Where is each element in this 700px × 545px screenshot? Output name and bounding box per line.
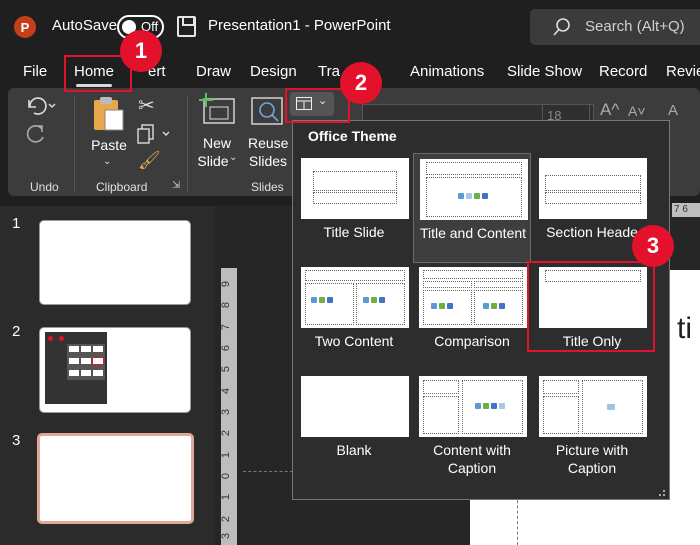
search-box[interactable]: Search (Alt+Q): [530, 9, 700, 45]
layout-label: Blank: [336, 442, 372, 458]
layout-label: Content with: [433, 442, 511, 458]
thumbnail-screenshot: [45, 332, 107, 404]
resize-grip-icon[interactable]: [659, 490, 665, 496]
layout-label: Comparison: [434, 333, 510, 349]
copy-icon[interactable]: [137, 124, 173, 144]
reuse-slides-label-2[interactable]: Slides: [248, 152, 288, 170]
tab-design[interactable]: Design: [250, 63, 297, 80]
layout-title-and-content[interactable]: Title and Content: [413, 153, 531, 263]
slide-thumbnail-2[interactable]: [39, 327, 191, 413]
tab-record[interactable]: Record: [599, 63, 647, 80]
layout-blank[interactable]: Blank: [295, 371, 413, 481]
layout-thumbnail: [301, 376, 409, 437]
decrease-font-size-icon[interactable]: A˅: [628, 103, 646, 119]
layout-thumbnail: [420, 159, 528, 220]
reuse-slides-icon[interactable]: [250, 96, 286, 128]
vertical-ruler: 9 8 7 6 5 4 3 2 1 0 1 2 3: [220, 268, 237, 545]
document-title: Presentation1 - PowerPoint: [208, 17, 391, 34]
slides-group-label: Slides: [251, 180, 284, 194]
reuse-slides-label[interactable]: Reuse: [248, 134, 288, 152]
layout-title-slide[interactable]: Title Slide: [295, 153, 413, 263]
redo-icon[interactable]: [25, 123, 47, 145]
placeholder-border: [517, 495, 518, 545]
clipboard-group-label: Clipboard: [96, 180, 148, 194]
callout-step-1: 1: [120, 30, 162, 72]
layout-label: Title Slide: [323, 224, 385, 240]
powerpoint-logo-icon: P: [14, 16, 36, 38]
new-slide-chevron-icon[interactable]: ⌄: [229, 152, 237, 163]
layout-comparison[interactable]: Comparison: [413, 262, 531, 372]
highlight-title-only: [527, 261, 655, 352]
undo-icon[interactable]: [25, 96, 57, 116]
slide-number: 3: [12, 432, 21, 449]
slide-thumbnail-1[interactable]: [39, 220, 191, 305]
paste-chevron-icon[interactable]: ⌄: [103, 156, 111, 167]
slide-thumbnail-3-selected[interactable]: [37, 433, 194, 524]
paste-icon[interactable]: [92, 95, 126, 133]
layout-label: Title and Content: [419, 225, 527, 241]
layout-label: Picture with: [555, 442, 629, 458]
tab-file[interactable]: File: [23, 63, 47, 80]
layout-picture-with-caption[interactable]: Picture with Caption: [533, 371, 651, 481]
layout-content-with-caption[interactable]: Content with Caption: [413, 371, 531, 481]
format-painter-icon[interactable]: 🖌: [138, 150, 161, 171]
layout-thumbnail: [301, 267, 409, 328]
tab-draw[interactable]: Draw: [196, 63, 231, 80]
separator: [187, 95, 188, 193]
callout-step-2: 2: [340, 62, 382, 104]
autosave-label: AutoSave: [52, 17, 118, 34]
highlight-layout-button: [285, 88, 350, 123]
tab-slide-show[interactable]: Slide Show: [507, 63, 582, 80]
slide-number: 2: [12, 323, 21, 340]
new-slide-icon[interactable]: [198, 93, 236, 127]
increase-font-size-icon[interactable]: A^: [600, 100, 619, 120]
cut-icon[interactable]: ✂: [138, 93, 155, 118]
layout-thumbnail: [419, 267, 527, 328]
new-slide-label-2[interactable]: Slide: [196, 152, 230, 170]
title-bar: P AutoSave Off Presentation1 - PowerPoin…: [0, 0, 700, 56]
new-slide-label[interactable]: New: [198, 134, 236, 152]
layout-thumbnail: [539, 158, 647, 219]
search-placeholder: Search (Alt+Q): [585, 18, 685, 35]
dropdown-title: Office Theme: [308, 128, 397, 144]
horizontal-ruler: 7 6: [672, 203, 700, 217]
layout-label: Two Content: [314, 333, 394, 349]
slide-number: 1: [12, 215, 21, 232]
tab-transitions[interactable]: Tra: [318, 63, 340, 80]
separator: [74, 95, 75, 193]
layout-thumbnail: [539, 376, 647, 437]
layout-thumbnail: [419, 376, 527, 437]
callout-step-3: 3: [632, 225, 674, 267]
undo-group-label: Undo: [30, 180, 59, 194]
dialog-launcher-icon[interactable]: ⇲: [172, 180, 180, 191]
layout-thumbnail: [301, 158, 409, 219]
tab-review[interactable]: Revie: [666, 63, 700, 80]
save-icon[interactable]: [177, 16, 196, 37]
layout-two-content[interactable]: Two Content: [295, 262, 413, 372]
placeholder-border: [243, 471, 293, 472]
search-icon: [553, 18, 570, 36]
clear-formatting-icon[interactable]: A: [668, 102, 678, 119]
tab-animations[interactable]: Animations: [410, 63, 484, 80]
layout-label: Caption: [567, 460, 617, 476]
paste-label[interactable]: Paste: [90, 136, 128, 154]
layout-label: Caption: [447, 460, 497, 476]
